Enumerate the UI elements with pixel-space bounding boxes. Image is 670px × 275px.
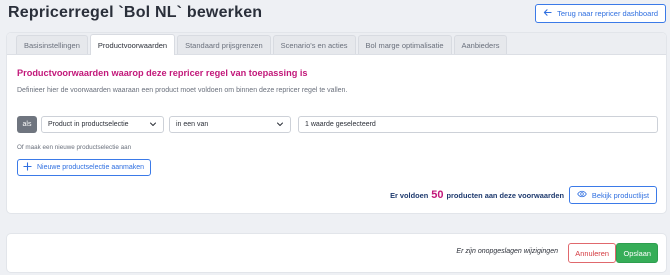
tab-bar: Basisinstellingen Productvoorwaarden Sta… [7, 33, 666, 55]
result-count: 50 [431, 189, 444, 201]
condition-field-value: Product in productselectie [48, 121, 129, 128]
eye-icon [577, 190, 587, 200]
condition-field-select[interactable]: Product in productselectie [41, 116, 164, 133]
back-to-dashboard-button[interactable]: Terug naar repricer dashboard [535, 4, 666, 23]
new-selection-button[interactable]: Nieuwe productselectie aanmaken [17, 159, 152, 176]
condition-operator-value: in een van [176, 121, 209, 128]
chevron-down-icon [149, 120, 157, 130]
unsaved-changes-text: Er zijn onopgeslagen wijzigingen [456, 248, 558, 255]
arrow-left-icon [543, 8, 552, 19]
tab-aanbieders[interactable]: Aanbieders [453, 35, 508, 54]
cancel-button[interactable]: Annuleren [568, 243, 616, 263]
condition-row: als Product in productselectie in een va… [17, 116, 658, 133]
tab-bol-marge-optimalisatie[interactable]: Bol marge optimalisatie [357, 35, 452, 54]
view-product-list-button[interactable]: Bekijk productlijst [568, 186, 657, 204]
back-to-dashboard-label: Terug naar repricer dashboard [557, 9, 658, 18]
plus-icon [23, 162, 32, 173]
section-heading: Productvoorwaarden waarop deze repricer … [17, 68, 308, 78]
save-bar: Er zijn onopgeslagen wijzigingen Annuler… [7, 234, 666, 272]
tab-basisinstellingen[interactable]: Basisinstellingen [16, 35, 88, 54]
condition-operator-select[interactable]: in een van [169, 116, 291, 133]
tab-standaard-prijsgrenzen[interactable]: Standaard prijsgrenzen [177, 35, 271, 54]
tab-productvoorwaarden[interactable]: Productvoorwaarden [89, 34, 176, 55]
result-prefix: Er voldoen [390, 191, 429, 200]
condition-value-field[interactable]: 1 waarde geselecteerd [298, 116, 658, 133]
page-title: Repricerregel `Bol NL` bewerken [8, 4, 263, 21]
main-panel: Basisinstellingen Productvoorwaarden Sta… [7, 33, 666, 213]
condition-badge: als [17, 116, 37, 133]
save-button[interactable]: Opslaan [616, 243, 658, 263]
new-selection-label: Nieuwe productselectie aanmaken [37, 164, 145, 171]
tab-scenarios-en-acties[interactable]: Scenario's en acties [272, 35, 356, 54]
new-selection-hint: Of maak een nieuwe productselectie aan [17, 144, 132, 151]
matching-products-summary: Er voldoen 50 producten aan deze voorwaa… [390, 189, 564, 201]
result-suffix: producten aan deze voorwaarden [446, 191, 564, 200]
section-description: Definieer hier de voorwaarden waaraan ee… [17, 87, 348, 94]
view-product-list-label: Bekijk productlijst [591, 190, 649, 200]
chevron-down-icon [276, 120, 284, 130]
